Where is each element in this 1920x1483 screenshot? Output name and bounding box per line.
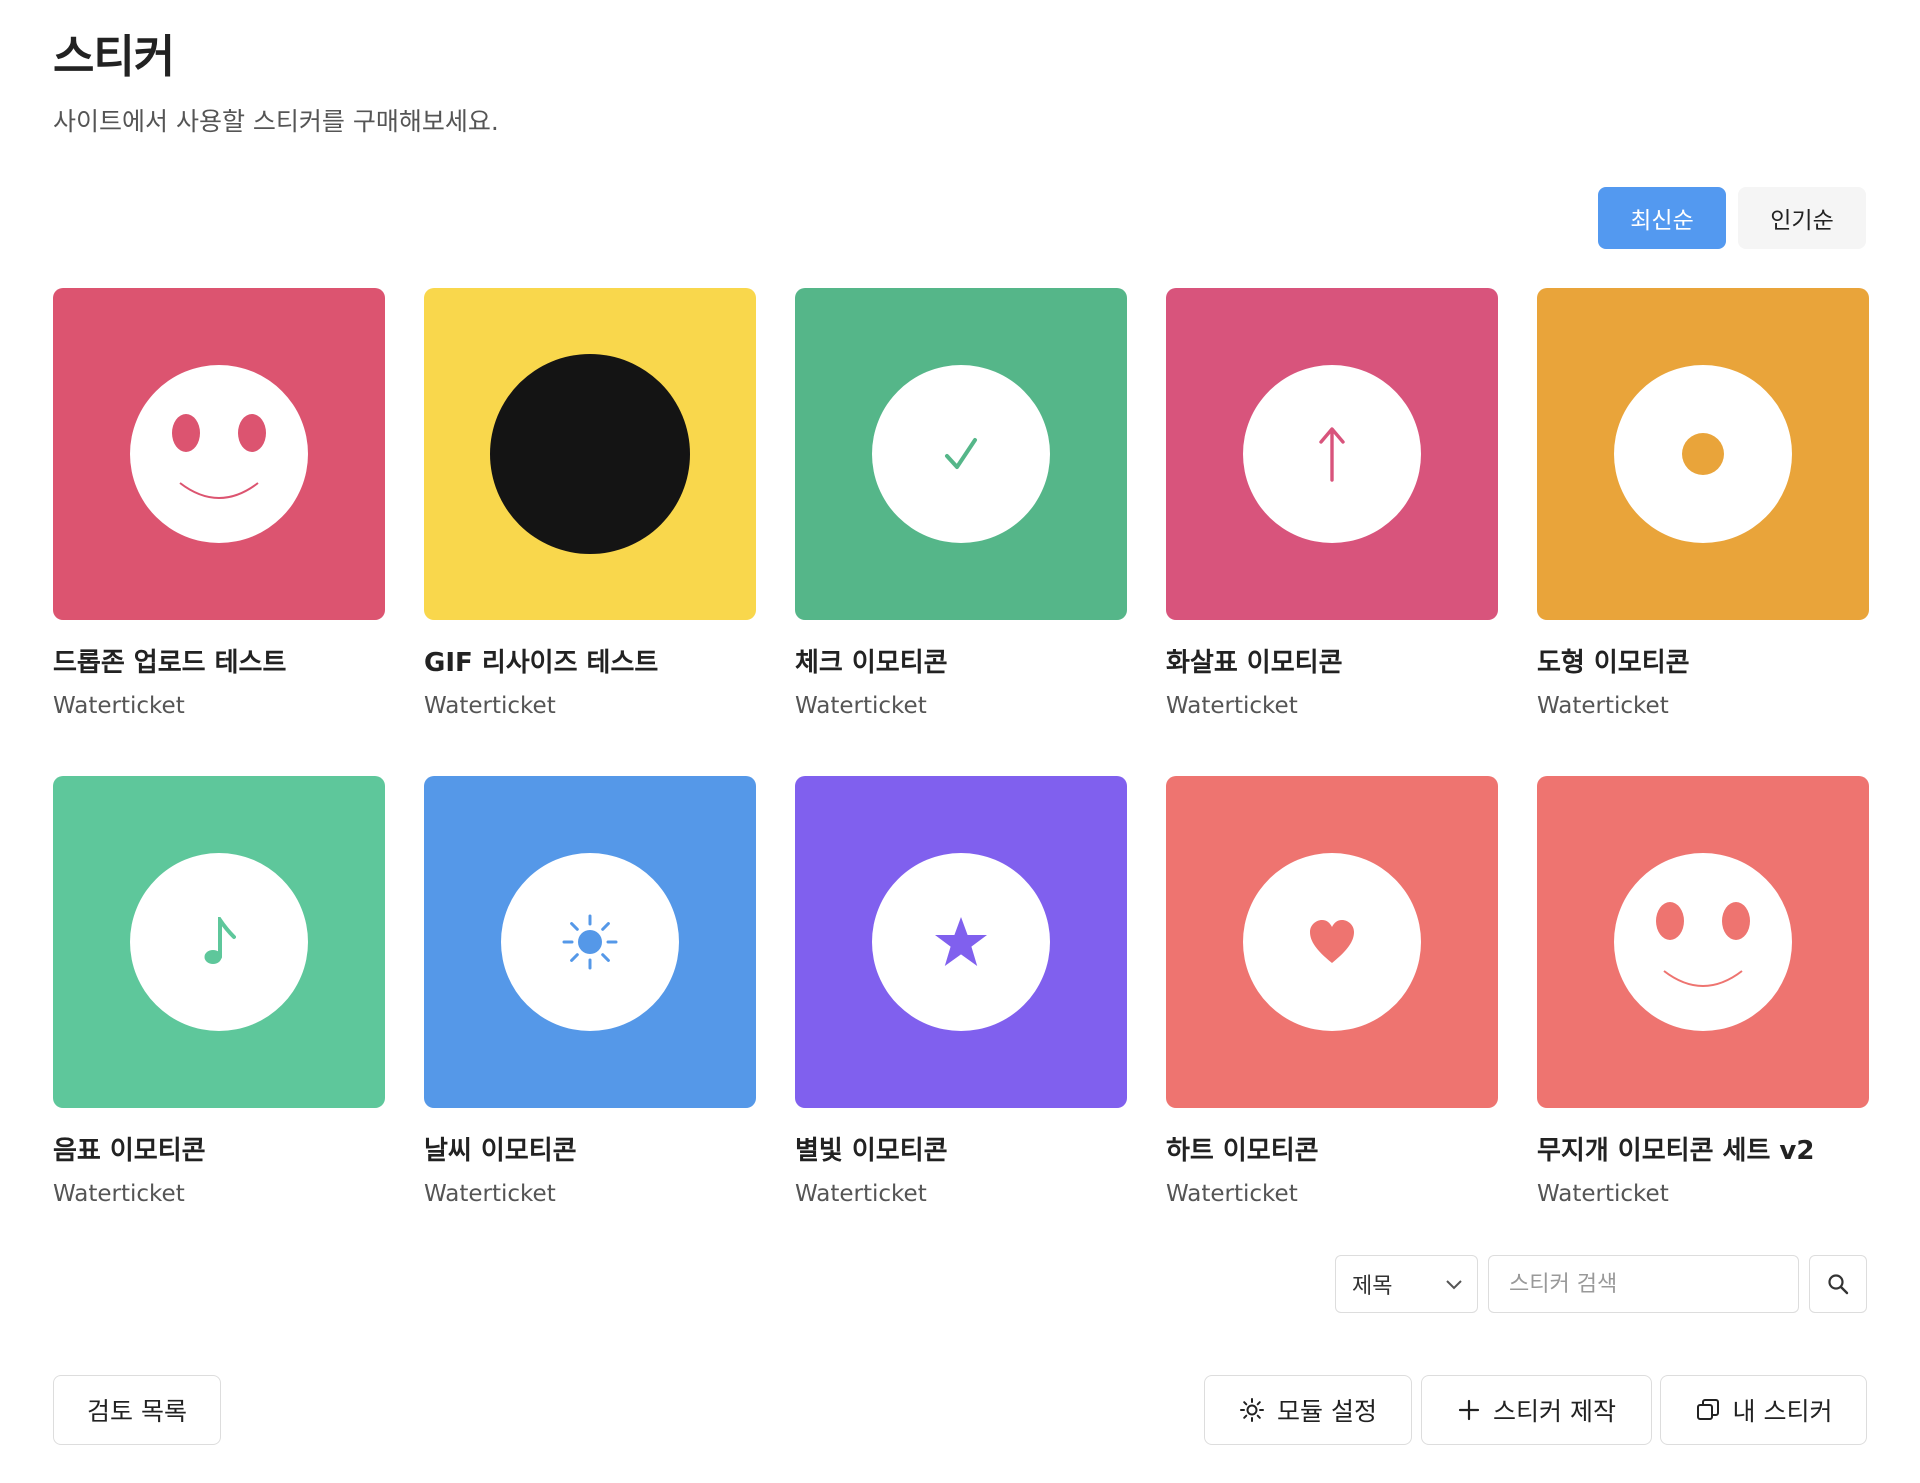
smiley-icon [1614, 853, 1792, 1031]
arrow-up-icon [1243, 365, 1421, 543]
search-field-value: 제목 [1352, 1274, 1393, 1299]
sticker-author: Waterticket [1166, 1181, 1298, 1207]
sticker-title[interactable]: 체크 이모티콘 [795, 642, 1127, 679]
sticker-author: Waterticket [1537, 693, 1669, 719]
sticker-thumbnail[interactable] [1537, 776, 1869, 1108]
search-bar: 제목 [1335, 1255, 1867, 1313]
sticker-card[interactable]: 화살표 이모티콘 Waterticket [1166, 288, 1498, 776]
copy-icon [1695, 1397, 1721, 1423]
sticker-card[interactable]: 무지개 이모티콘 세트 v2 Waterticket [1537, 776, 1869, 1264]
sticker-thumbnail[interactable] [1166, 776, 1498, 1108]
sticker-title[interactable]: 별빛 이모티콘 [795, 1130, 1127, 1167]
sticker-thumbnail[interactable] [1537, 288, 1869, 620]
sticker-author: Waterticket [53, 1181, 185, 1207]
sticker-card[interactable]: 음표 이모티콘 Waterticket [53, 776, 385, 1264]
my-stickers-label: 내 스티커 [1732, 1397, 1833, 1426]
sticker-thumbnail[interactable] [53, 288, 385, 620]
sticker-thumbnail[interactable] [424, 288, 756, 620]
check-icon [872, 365, 1050, 543]
sticker-card[interactable]: 날씨 이모티콘 Waterticket [424, 776, 756, 1264]
sticker-author: Waterticket [1166, 693, 1298, 719]
sticker-page: 스티커 사이트에서 사용할 스티커를 구매해보세요. 최신순 인기순 드롭존 업… [0, 0, 1920, 1483]
sticker-card[interactable]: 드롭존 업로드 테스트 Waterticket [53, 288, 385, 776]
plus-icon [1457, 1398, 1481, 1422]
dot-icon [1614, 365, 1792, 543]
sticker-card[interactable]: 체크 이모티콘 Waterticket [795, 288, 1127, 776]
sticker-thumbnail[interactable] [795, 776, 1127, 1108]
sticker-card[interactable]: 하트 이모티콘 Waterticket [1166, 776, 1498, 1264]
sticker-card[interactable]: 별빛 이모티콘 Waterticket [795, 776, 1127, 1264]
page-subtitle: 사이트에서 사용할 스티커를 구매해보세요. [53, 107, 499, 136]
sticker-grid: 드롭존 업로드 테스트 Waterticket GIF 리사이즈 테스트 Watert… [53, 288, 1869, 1264]
gear-icon [1239, 1397, 1265, 1423]
chevron-down-icon [1445, 1278, 1463, 1290]
search-icon [1826, 1272, 1850, 1296]
sort-latest-button[interactable]: 최신순 [1598, 187, 1726, 249]
sticker-title[interactable]: 무지개 이모티콘 세트 v2 [1537, 1130, 1869, 1167]
create-sticker-button[interactable]: 스티커 제작 [1421, 1375, 1652, 1445]
review-list-label: 검토 목록 [87, 1397, 187, 1426]
sort-toggle: 최신순 인기순 [1598, 187, 1866, 249]
review-list-button[interactable]: 검토 목록 [53, 1375, 221, 1445]
sticker-card[interactable]: GIF 리사이즈 테스트 Waterticket [424, 288, 756, 776]
sticker-title[interactable]: 날씨 이모티콘 [424, 1130, 756, 1167]
heart-icon [1243, 853, 1421, 1031]
black-circle-icon [490, 354, 690, 554]
sticker-title[interactable]: 하트 이모티콘 [1166, 1130, 1498, 1167]
module-settings-button[interactable]: 모듈 설정 [1204, 1375, 1412, 1445]
sticker-thumbnail[interactable] [424, 776, 756, 1108]
sticker-author: Waterticket [1537, 1181, 1669, 1207]
sort-popular-button[interactable]: 인기순 [1738, 187, 1866, 249]
sticker-author: Waterticket [795, 693, 927, 719]
my-stickers-button[interactable]: 내 스티커 [1660, 1375, 1867, 1445]
sticker-thumbnail[interactable] [795, 288, 1127, 620]
sticker-title[interactable]: 드롭존 업로드 테스트 [53, 642, 385, 679]
smiley-icon [130, 365, 308, 543]
star-icon [872, 853, 1050, 1031]
sticker-author: Waterticket [424, 1181, 556, 1207]
sticker-title[interactable]: 도형 이모티콘 [1537, 642, 1869, 679]
search-button[interactable] [1809, 1255, 1867, 1313]
sticker-title[interactable]: 화살표 이모티콘 [1166, 642, 1498, 679]
create-sticker-label: 스티커 제작 [1493, 1397, 1616, 1426]
sticker-thumbnail[interactable] [53, 776, 385, 1108]
sticker-title[interactable]: GIF 리사이즈 테스트 [424, 642, 756, 679]
sticker-title[interactable]: 음표 이모티콘 [53, 1130, 385, 1167]
search-field-select[interactable]: 제목 [1335, 1255, 1478, 1313]
sticker-thumbnail[interactable] [1166, 288, 1498, 620]
sticker-author: Waterticket [424, 693, 556, 719]
page-title: 스티커 [53, 30, 175, 83]
module-settings-label: 모듈 설정 [1277, 1397, 1377, 1426]
sticker-author: Waterticket [53, 693, 185, 719]
music-note-icon [130, 853, 308, 1031]
sticker-card[interactable]: 도형 이모티콘 Waterticket [1537, 288, 1869, 776]
sun-icon [501, 853, 679, 1031]
sticker-author: Waterticket [795, 1181, 927, 1207]
sticker-search-input[interactable] [1488, 1255, 1799, 1313]
